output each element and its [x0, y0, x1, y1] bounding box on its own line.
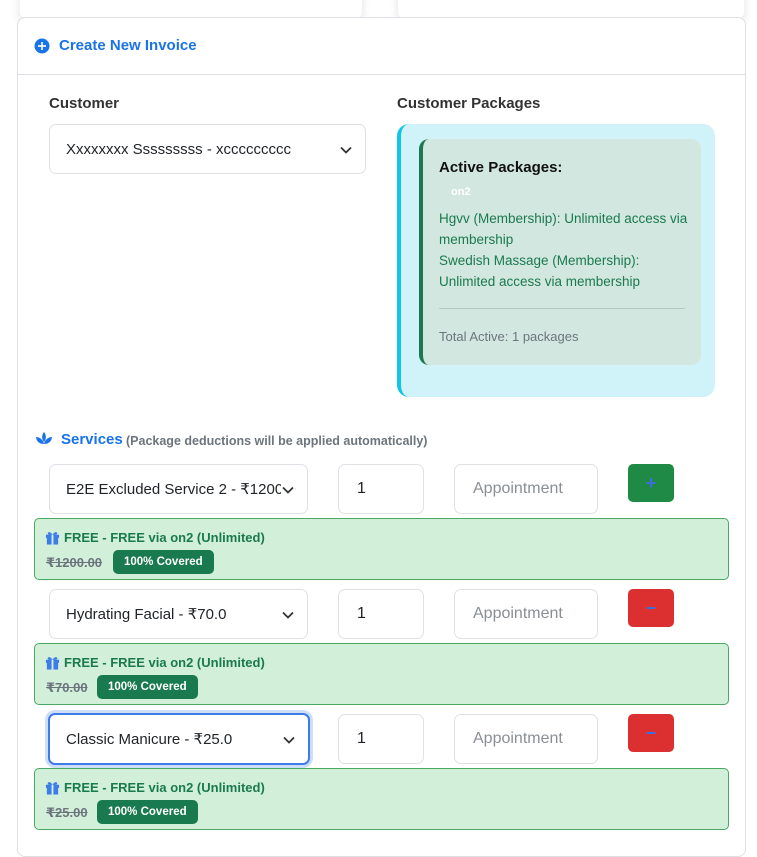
gift-icon	[45, 782, 60, 795]
coverage-badge: 100% Covered	[113, 550, 214, 574]
service-select-value: Hydrating Facial - ₹70.0	[66, 606, 227, 623]
chevron-down-icon	[339, 143, 353, 157]
quantity-input[interactable]: 1	[338, 464, 424, 514]
add-service-button[interactable]: +	[628, 464, 674, 502]
remove-service-button[interactable]: −	[628, 714, 674, 752]
appointment-input[interactable]: Appointment	[454, 464, 598, 514]
service-select-value: Classic Manicure - ₹25.0	[66, 731, 233, 748]
original-price: ₹70.00	[46, 680, 88, 695]
package-deduction-alert: FREE - FREE via on2 (Unlimited) ₹1200.00…	[34, 518, 729, 580]
package-deduction-alert: FREE - FREE via on2 (Unlimited) ₹70.00 1…	[34, 643, 729, 705]
package-line: Swedish Massage (Membership): Unlimited …	[439, 253, 641, 289]
appointment-input[interactable]: Appointment	[454, 589, 598, 639]
services-title: Services	[61, 431, 123, 448]
active-packages-title: Active Packages:	[439, 159, 563, 176]
alert-title: FREE - FREE via on2 (Unlimited)	[64, 655, 265, 670]
invoice-card: Create New Invoice Customer Xxxxxxxx Sss…	[17, 17, 746, 857]
customer-label: Customer	[49, 95, 120, 112]
gift-icon	[45, 657, 60, 670]
active-packages-box: Active Packages: on2 Hgvv (Membership): …	[419, 139, 701, 365]
total-active-text: Total Active: 1 packages	[439, 329, 579, 344]
customer-select-value: Xxxxxxxx Sssssssss - xccccccccc	[66, 140, 292, 158]
card-header: Create New Invoice	[18, 18, 745, 75]
coverage-badge: 100% Covered	[97, 675, 198, 699]
service-select-value: E2E Excluded Service 2 - ₹1200.0	[66, 481, 296, 498]
customer-packages-panel: Active Packages: on2 Hgvv (Membership): …	[397, 124, 715, 397]
page-title: Create New Invoice	[59, 37, 197, 54]
package-line: Hgvv (Membership): Unlimited access via …	[439, 211, 688, 247]
quantity-input[interactable]: 1	[338, 714, 424, 764]
customer-packages-label: Customer Packages	[397, 95, 541, 112]
gift-icon	[45, 532, 60, 545]
package-name-badge: on2	[451, 186, 471, 198]
spa-icon	[36, 432, 52, 444]
service-select[interactable]: Hydrating Facial - ₹70.0	[49, 589, 308, 639]
alert-title: FREE - FREE via on2 (Unlimited)	[64, 780, 265, 795]
divider	[439, 308, 685, 309]
remove-service-button[interactable]: −	[628, 589, 674, 627]
appointment-input[interactable]: Appointment	[454, 714, 598, 764]
service-select[interactable]: Classic Manicure - ₹25.0	[48, 713, 310, 765]
chevron-down-icon	[281, 483, 295, 497]
alert-title: FREE - FREE via on2 (Unlimited)	[64, 530, 265, 545]
services-subtitle: (Package deductions will be applied auto…	[126, 434, 428, 448]
original-price: ₹25.00	[46, 805, 88, 820]
original-price: ₹1200.00	[46, 555, 103, 570]
coverage-badge: 100% Covered	[97, 800, 198, 824]
quantity-input[interactable]: 1	[338, 589, 424, 639]
customer-select[interactable]: Xxxxxxxx Sssssssss - xccccccccc	[49, 124, 366, 174]
chevron-down-icon	[282, 733, 296, 747]
plus-circle-icon	[34, 38, 50, 54]
chevron-down-icon	[281, 608, 295, 622]
package-deduction-alert: FREE - FREE via on2 (Unlimited) ₹25.00 1…	[34, 768, 729, 830]
service-select[interactable]: E2E Excluded Service 2 - ₹1200.0	[49, 464, 308, 514]
